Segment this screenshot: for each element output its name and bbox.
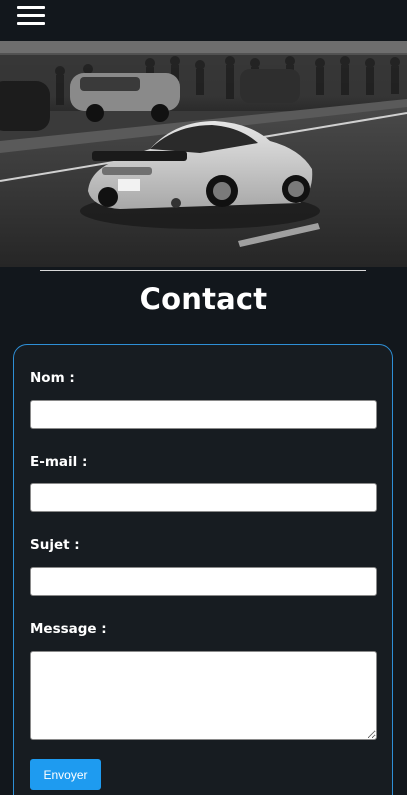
top-navbar bbox=[0, 0, 407, 41]
email-label: E-mail : bbox=[30, 454, 88, 470]
name-label: Nom : bbox=[30, 370, 75, 386]
email-input[interactable] bbox=[30, 483, 377, 512]
message-textarea[interactable] bbox=[30, 651, 377, 740]
submit-button[interactable]: Envoyer bbox=[30, 759, 101, 790]
contact-form: Nom : E-mail : Sujet : Message : Envoyer bbox=[13, 344, 393, 795]
hamburger-line bbox=[17, 14, 45, 17]
title-divider bbox=[40, 270, 366, 271]
hamburger-line bbox=[17, 6, 45, 9]
subject-input[interactable] bbox=[30, 567, 377, 596]
hero-car-image bbox=[0, 41, 407, 267]
hamburger-line bbox=[17, 22, 45, 25]
name-input[interactable] bbox=[30, 400, 377, 429]
page-title: Contact bbox=[139, 282, 268, 316]
subject-label: Sujet : bbox=[30, 537, 80, 553]
message-label: Message : bbox=[30, 621, 107, 637]
hamburger-menu-icon[interactable] bbox=[17, 6, 45, 26]
